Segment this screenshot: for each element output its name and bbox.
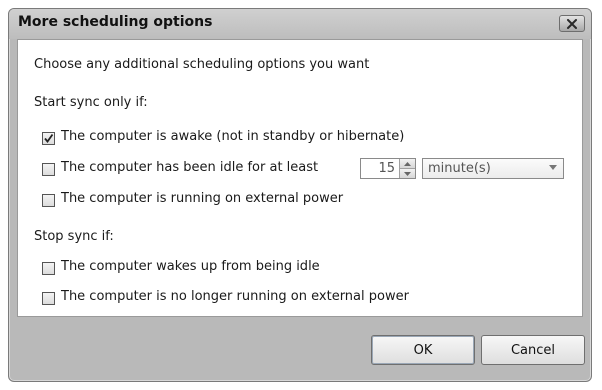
checkbox-wakes-from-idle[interactable] [42,262,55,275]
close-button[interactable] [559,15,585,32]
stepper-up-button[interactable] [400,159,415,169]
cancel-button[interactable]: Cancel [481,335,585,365]
title-bar[interactable]: More scheduling options [9,9,591,39]
idle-amount-value[interactable]: 15 [378,161,395,176]
idle-amount-stepper[interactable]: 15 [360,158,416,179]
checkbox-awake[interactable] [42,132,55,145]
idle-unit-dropdown[interactable]: minute(s) [422,158,564,179]
ok-button[interactable]: OK [371,335,475,365]
checkbox-external-power-label[interactable]: The computer is running on external powe… [61,191,343,206]
start-section-heading: Start sync only if: [34,95,148,110]
checkbox-external-power[interactable] [42,194,55,207]
close-icon [567,18,577,29]
stop-section-heading: Stop sync if: [34,229,114,244]
checkbox-no-external-power[interactable] [42,292,55,305]
checkbox-idle-label[interactable]: The computer has been idle for at least [61,160,318,175]
checkbox-no-external-power-label[interactable]: The computer is no longer running on ext… [61,289,409,304]
check-mark-icon [44,133,54,143]
arrow-up-icon [404,161,411,166]
intro-text: Choose any additional scheduling options… [34,57,370,72]
checkbox-wakes-from-idle-label[interactable]: The computer wakes up from being idle [61,259,320,274]
arrow-down-icon [404,171,411,176]
dialog-content: Choose any additional scheduling options… [17,39,583,317]
checkbox-awake-label[interactable]: The computer is awake (not in standby or… [61,129,404,144]
dialog-title: More scheduling options [18,14,213,30]
stepper-down-button[interactable] [400,169,415,178]
stepper-buttons [399,159,415,178]
chevron-down-icon [549,165,557,170]
dialog-window: More scheduling options Choose any addit… [8,8,592,382]
checkbox-idle[interactable] [42,163,55,176]
idle-unit-value: minute(s) [428,161,491,176]
